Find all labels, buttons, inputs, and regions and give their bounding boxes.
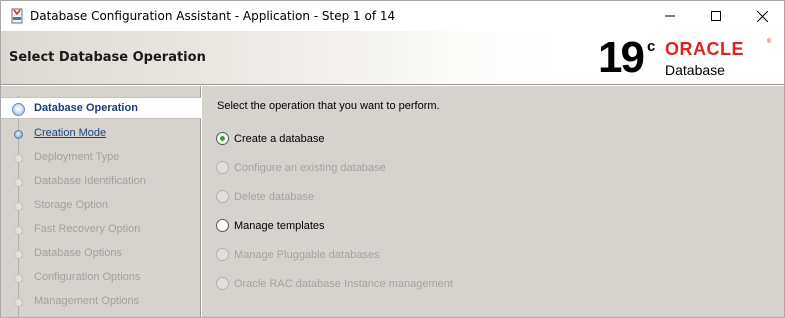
option-label: Oracle RAC database Instance management [234,278,453,290]
radio-button [216,277,229,290]
maximize-button[interactable] [693,1,739,31]
nav-item-fast-recovery-option: Fast Recovery Option [1,219,201,241]
window-title: Database Configuration Assistant - Appli… [30,9,396,23]
dbca-window: Database Configuration Assistant - Appli… [0,0,785,318]
nav-item-label: Deployment Type [34,151,120,163]
option-label[interactable]: Create a database [234,133,325,145]
option-label: Manage Pluggable databases [234,249,380,261]
nav-item-label: Configuration Options [34,271,141,283]
radio-button[interactable] [216,132,229,145]
nav-item-configuration-options: Configuration Options [1,267,201,289]
nav-item-label: Fast Recovery Option [34,223,141,235]
close-button[interactable] [739,1,784,31]
option-label: Delete database [234,191,315,203]
option-manage-templates[interactable]: Manage templates [216,217,616,235]
step-icon [14,130,23,139]
option-configure-existing-database: Configure an existing database [216,159,616,177]
radio-button [216,161,229,174]
option-label[interactable]: Manage templates [234,220,325,232]
step-icon [14,298,23,307]
nav-item-deployment-type: Deployment Type [1,147,201,169]
option-label: Configure an existing database [234,162,386,174]
option-create-database[interactable]: Create a database [216,130,616,148]
radio-button [216,190,229,203]
page-title: Select Database Operation [9,50,206,65]
nav-item-label: Database Identification [34,175,146,187]
nav-item-label: Management Options [34,295,140,307]
logo-registered-mark: ® [767,39,772,45]
nav-item-database-identification: Database Identification [1,171,201,193]
nav-item-storage-option: Storage Option [1,195,201,217]
current-step-icon [12,103,25,116]
radio-button [216,248,229,261]
step-icon [14,250,23,259]
option-rac-instance-management: Oracle RAC database Instance management [216,275,616,293]
nav-item-label: Storage Option [34,199,108,211]
step-icon [14,154,23,163]
header-banner: Select Database Operation 19 c ORACLE ® … [1,31,784,85]
step-icon [14,202,23,211]
nav-item-label: Database Operation [34,102,138,114]
nav-item-creation-mode[interactable]: Creation Mode [1,123,201,145]
nav-item-label: Database Options [34,247,123,259]
option-delete-database: Delete database [216,188,616,206]
logo-version: 19 [598,33,645,82]
logo-version-suffix: c [647,38,656,55]
step-icon [14,274,23,283]
logo-product: Database [665,62,725,78]
minimize-icon [665,15,675,17]
nav-item-management-options: Management Options [1,291,201,313]
app-icon [11,8,23,24]
step-icon [14,178,23,187]
step-icon [14,226,23,235]
main-panel: Select the operation that you want to pe… [202,86,784,317]
step-navigation: Database Operation Creation Mode Deploym… [1,86,201,317]
title-bar[interactable]: Database Configuration Assistant - Appli… [1,1,784,31]
nav-item-label[interactable]: Creation Mode [34,127,106,139]
close-icon [756,10,768,22]
nav-item-database-operation[interactable]: Database Operation [1,97,201,119]
logo-brand: ORACLE [665,39,744,59]
instruction-text: Select the operation that you want to pe… [217,100,440,112]
minimize-button[interactable] [647,1,693,31]
option-manage-pluggable-databases: Manage Pluggable databases [216,246,616,264]
maximize-icon [711,11,721,21]
nav-item-database-options: Database Options [1,243,201,265]
radio-button[interactable] [216,219,229,232]
